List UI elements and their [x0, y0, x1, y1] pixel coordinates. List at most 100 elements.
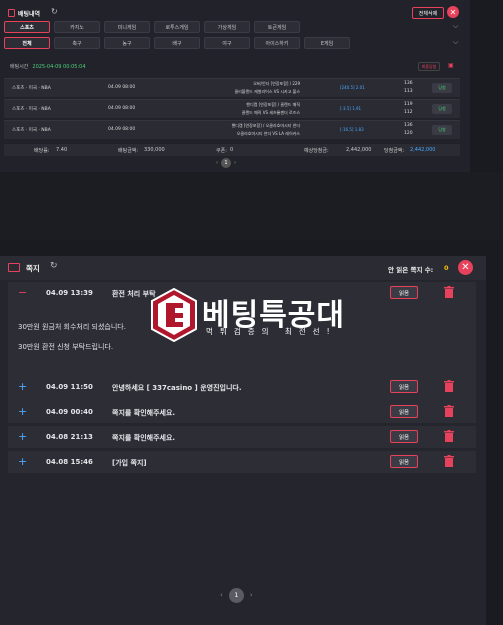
message-subject[interactable]: 환전 처리 부탁: [112, 289, 156, 299]
status-badge: 당첨: [432, 83, 452, 93]
close-icon[interactable]: ✕: [458, 260, 473, 275]
bet-history-title: 배팅내역: [18, 11, 41, 18]
tab-casino[interactable]: 카지노: [54, 21, 100, 33]
unread-count: 0: [444, 264, 449, 272]
read-button[interactable]: 읽음: [390, 286, 418, 299]
bet-match: 클리블랜드 캐벌리어스 VS 시카고 불스: [234, 89, 300, 94]
tab-egame[interactable]: E게임: [304, 37, 350, 49]
mail-icon: [8, 263, 20, 272]
trash-icon[interactable]: [444, 430, 454, 442]
tab-icehockey[interactable]: 아이스하키: [254, 37, 300, 49]
message-row[interactable]: + 04.09 11:50 안녕하세요 [ 337casino ] 운영진입니다…: [8, 376, 476, 398]
message-body-line2: 30만원 환전 신청 부탁드립니다.: [18, 343, 114, 351]
note-pagination: ‹ 1 ›: [220, 588, 253, 603]
tab-minigame[interactable]: 미니게임: [104, 21, 150, 33]
chevron-down-icon[interactable]: ⌵: [453, 38, 458, 47]
watermark-subtitle: 먹튀검증의 최전선!: [206, 327, 337, 336]
message-date: 04.09 11:50: [46, 383, 93, 391]
tab-baseball[interactable]: 야구: [204, 37, 250, 49]
read-button[interactable]: 읽음: [390, 380, 418, 393]
trash-icon[interactable]: [444, 380, 454, 392]
bet-market: 핸디캡 [연장포함] / 클랜드 매직: [246, 102, 300, 107]
final-result-button[interactable]: 최종당첨: [418, 62, 440, 71]
expand-icon[interactable]: +: [18, 430, 27, 443]
collapse-icon[interactable]: −: [18, 286, 27, 299]
message-subject[interactable]: 안녕하세요 [ 337casino ] 운영진입니다.: [112, 383, 242, 393]
message-row[interactable]: + 04.08 15:46 [가입 쪽지] 읽음: [8, 451, 476, 473]
score-away: 112: [404, 110, 413, 115]
unread-label: 안 읽은 쪽지 수:: [388, 266, 434, 274]
bet-sport: 스포츠 · 미국 · NBA: [12, 128, 51, 133]
tab-sports[interactable]: 스포츠: [4, 21, 50, 33]
tab-virtual[interactable]: 가상게임: [204, 21, 250, 33]
bet-market: 오버/언더 [연장포함] / 229: [253, 81, 300, 86]
tab-basketball[interactable]: 농구: [104, 37, 150, 49]
bet-match: 클랜드 매직 VS 세츠롱젠더 로즈스: [241, 110, 300, 115]
trash-icon[interactable]: [444, 405, 454, 417]
read-button[interactable]: 읽음: [390, 405, 418, 418]
note-header: 쪽지 ↻ 안 읽은 쪽지 수: 0 ✕: [0, 256, 486, 280]
refresh-icon[interactable]: ↻: [51, 7, 58, 16]
read-button[interactable]: 읽음: [390, 455, 418, 468]
background-gap: [0, 172, 503, 240]
message-subject[interactable]: 쪽지를 확인해주세요.: [112, 433, 175, 443]
message-subject[interactable]: 쪽지를 확인해주세요.: [112, 408, 175, 418]
bet-row: 스포츠 · 미국 · NBA 04.09 08:00 핸디캡 [연장포함] / …: [4, 120, 460, 139]
expand-icon[interactable]: +: [18, 405, 27, 418]
current-page[interactable]: 1: [221, 158, 231, 168]
bet-history-header: 배팅내역 ↻ 전체삭제 ✕: [6, 6, 464, 20]
status-badge: 당첨: [432, 104, 452, 114]
trash-icon[interactable]: [444, 286, 454, 298]
tab-volleyball[interactable]: 배구: [154, 37, 200, 49]
score-away: 120: [404, 131, 413, 136]
bet-match: 오클라호마시티 썬더 VS LA 레이커스: [236, 131, 300, 136]
message-date: 04.08 21:13: [46, 433, 93, 441]
message-date: 04.08 15:46: [46, 458, 93, 466]
trash-icon[interactable]: ▣: [448, 62, 454, 69]
chevron-down-icon[interactable]: ⌵: [453, 22, 458, 31]
win-label: 당첨금액:: [384, 148, 405, 154]
status-badge: 당첨: [432, 125, 452, 135]
prev-page-icon[interactable]: ‹: [220, 591, 223, 599]
bet-pick: [-3.5] 1.91: [340, 106, 362, 111]
read-button[interactable]: 읽음: [390, 430, 418, 443]
message-date: 04.09 00:40: [46, 408, 93, 416]
bet-summary: 배당률: 7.40 배팅금액: 330,000 쿠폰: 0 예상당첨금: 2,4…: [4, 144, 460, 156]
sport-tabs: 전체 축구 농구 배구 야구 아이스하키 E게임 ⌵: [4, 37, 460, 51]
expand-icon[interactable]: +: [18, 380, 27, 393]
tab-soccer[interactable]: 축구: [54, 37, 100, 49]
close-icon[interactable]: ✕: [447, 6, 459, 18]
score-home: 136: [404, 81, 413, 86]
expand-icon[interactable]: +: [18, 455, 27, 468]
bet-rate-value: 7.40: [56, 147, 68, 153]
prev-page-icon[interactable]: ‹: [216, 160, 218, 166]
message-subject[interactable]: [가입 쪽지]: [112, 458, 147, 468]
expected-value: 2,442,000: [346, 147, 372, 153]
win-value: 2,442,000: [410, 147, 436, 153]
next-page-icon[interactable]: ›: [234, 160, 236, 166]
message-row[interactable]: + 04.08 21:13 쪽지를 확인해주세요. 읽음: [8, 426, 476, 448]
bet-date: 04.09 08:00: [108, 127, 136, 132]
bet-pick: [-16.5] 1.83: [340, 127, 364, 132]
current-page[interactable]: 1: [228, 588, 244, 603]
coupon-value: 0: [230, 147, 234, 153]
tab-all[interactable]: 전체: [4, 37, 50, 49]
next-page-icon[interactable]: ›: [250, 591, 253, 599]
message-body-line1: 30만원 원금처 회수처리 되셨습니다.: [18, 323, 126, 331]
message-row[interactable]: + 04.09 00:40 쪽지를 확인해주세요. 읽음: [8, 401, 476, 423]
tab-lotus[interactable]: 로투스게임: [154, 21, 200, 33]
bet-amount-label: 배팅금액:: [118, 148, 139, 154]
bet-sport: 스포츠 · 미국 · NBA: [12, 107, 51, 112]
tab-token[interactable]: 토큰게임: [254, 21, 300, 33]
expected-label: 예상당첨금:: [304, 148, 329, 154]
score-away: 113: [404, 89, 413, 94]
bet-date: 04.09 08:00: [108, 106, 136, 111]
trash-icon[interactable]: [444, 455, 454, 467]
bet-history-window: 배팅내역 ↻ 전체삭제 ✕ 스포츠 카지노 미니게임 로투스게임 가상게임 토큰…: [0, 0, 470, 172]
delete-all-button[interactable]: 전체삭제: [412, 7, 444, 19]
refresh-icon[interactable]: ↻: [50, 261, 58, 271]
score-home: 119: [404, 102, 413, 107]
bet-rate-label: 배당률:: [34, 148, 50, 154]
note-title: 쪽지: [26, 264, 40, 273]
bet-pagination: ‹ 1 ›: [216, 158, 236, 168]
